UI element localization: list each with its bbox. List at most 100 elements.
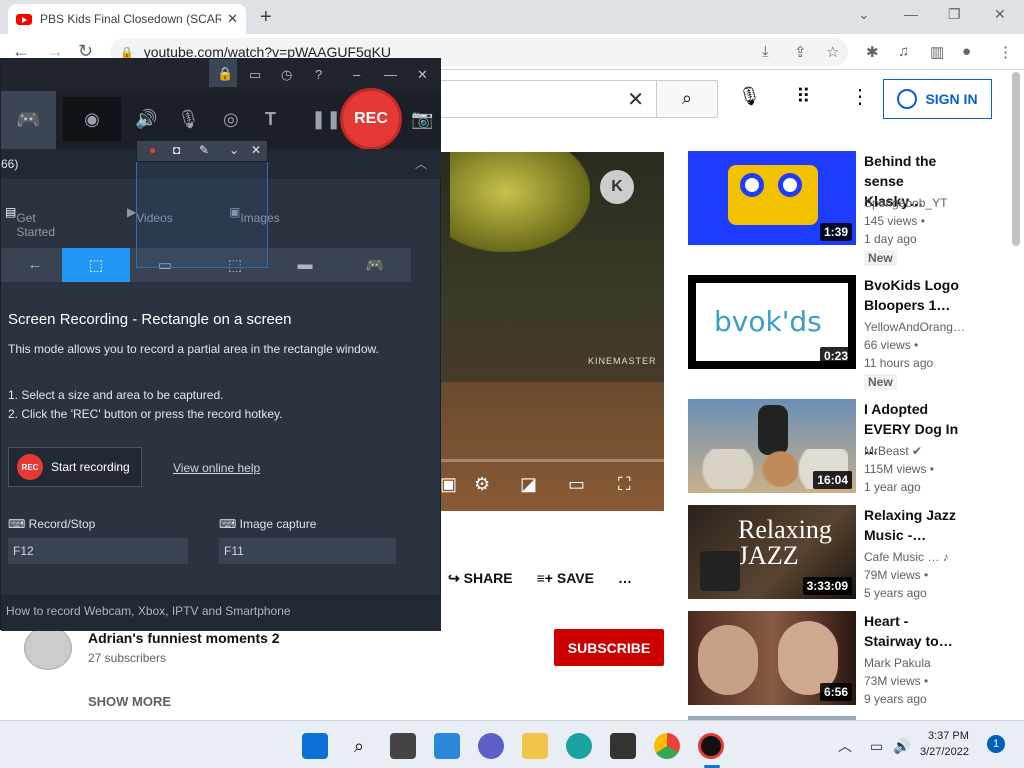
search-button[interactable]: ⌕ [656,80,718,118]
video-thumbnail[interactable]: 16:04 [688,399,856,493]
media-control-icon[interactable]: ♫ [898,43,909,60]
file-explorer-icon[interactable] [522,733,548,759]
webcam-overlay-icon[interactable]: ◎ [223,109,239,130]
game-mode-icon[interactable]: 🎮 [1,91,56,149]
chrome-menu-icon[interactable]: ⋮ [998,43,1013,61]
rectangle-mode-icon[interactable]: ⬚ [62,248,130,282]
share-button[interactable]: ↪ SHARE [448,570,513,587]
channel-name[interactable]: Spongebob_YT [864,196,947,210]
close-tab-icon[interactable]: ✕ [227,11,238,27]
microphone-icon[interactable]: 🎙 [177,109,200,130]
expand-chevron-icon[interactable]: ⌄ [229,143,239,157]
show-hidden-icons-icon[interactable]: ︿ [838,738,852,754]
screenshot-camera-icon[interactable]: 📷 [411,109,433,130]
browser-tab[interactable]: PBS Kids Final Closedown (SCAR… ✕ [8,4,246,34]
game-recording-mode-icon[interactable]: 🎮 [341,248,409,282]
channel-name[interactable]: MrBeast ✔ [864,444,922,458]
folder-icon[interactable]: ▭ [249,67,261,83]
new-tab-button[interactable]: + [260,6,272,29]
widgets-icon[interactable] [434,733,460,759]
speaker-icon[interactable]: 🔊 [135,109,157,130]
store-icon[interactable] [610,733,636,759]
install-icon[interactable]: ⤓ [762,43,769,60]
recorder-footer-link[interactable]: How to record Webcam, Xbox, IPTV and Sma… [1,595,441,631]
volume-icon[interactable]: 🔊 [893,738,910,754]
video-thumbnail[interactable]: 1:39 [688,151,856,245]
record-hotkey-field[interactable]: F12 [8,538,188,564]
video-title[interactable]: Relaxing Jazz Music -… [864,505,964,545]
view-online-help-link[interactable]: View online help [173,461,260,475]
minimize-button[interactable]: — [904,6,918,22]
network-icon[interactable]: ▭ [870,738,883,754]
scrollbar-thumb[interactable] [1012,72,1020,246]
save-button[interactable]: ≡+ SAVE [537,570,594,587]
text-overlay-icon[interactable]: T [265,109,276,130]
capture-rectangle[interactable] [136,160,268,268]
tab-search-icon[interactable]: ⌄ [858,6,870,23]
lock-icon[interactable]: 🔒 [209,59,237,87]
profile-icon[interactable]: ● [962,43,971,60]
subscribe-button[interactable]: SUBSCRIBE [554,629,664,666]
clear-search-icon[interactable]: ✕ [627,87,644,112]
chrome-icon[interactable] [654,733,680,759]
sign-in-button[interactable]: SIGN IN [883,79,992,119]
channel-name[interactable]: YellowAndOrang… [864,320,965,334]
settings-gear-icon[interactable]: ⚙ [474,474,490,495]
video-title[interactable]: BvoKids Logo Bloopers 1… [864,275,964,315]
more-actions-button[interactable]: … [618,570,632,587]
bandicam-icon[interactable] [698,733,724,759]
record-hotkey-label: ⌨ Record/Stop [8,517,96,531]
search-icon[interactable]: ⌕ [346,733,372,759]
rec-button[interactable]: REC [343,91,399,147]
channel-name[interactable]: Mark Pakula [864,656,931,670]
image-hotkey-field[interactable]: F11 [219,538,396,564]
close-icon[interactable]: ✕ [417,67,428,83]
close-window-button[interactable]: ✕ [994,6,1006,23]
video-thumbnail[interactable]: 6:56 [688,611,856,705]
video-thumbnail[interactable]: Relaxing JAZZ 3:33:09 [688,505,856,599]
device-mode-icon[interactable]: ▬ [271,248,339,282]
minimize-icon[interactable]: — [384,67,397,82]
search-input[interactable]: ✕ [440,80,656,118]
side-panel-icon[interactable]: ▥ [930,43,944,61]
video-title[interactable]: Heart - Stairway to… [864,611,964,651]
record-dot-icon[interactable]: ● [149,143,156,157]
progress-bar[interactable] [440,459,664,462]
subtitles-icon[interactable]: ▣ [440,474,457,495]
tab-get-started[interactable]: ▤ Get Started [5,205,55,239]
task-view-icon[interactable] [390,733,416,759]
apps-grid-icon[interactable]: ⠿ [796,84,811,109]
timer-icon[interactable]: ◷ [281,67,292,83]
channel-name[interactable]: Cafe Music … ♪ [864,550,949,564]
help-icon[interactable]: ? [315,67,322,82]
pause-icon[interactable]: ❚❚ [311,109,341,130]
miniplayer-icon[interactable]: ◪ [520,474,537,495]
edge-icon[interactable] [566,733,592,759]
minimize-tray-icon[interactable]: – [353,67,360,82]
show-more-button[interactable]: SHOW MORE [88,694,171,709]
collapse-chevron-icon[interactable]: ︿ [415,155,427,172]
tab-videos[interactable]: ▶ Videos [127,205,173,225]
pencil-icon[interactable]: ✎ [199,143,209,157]
system-clock[interactable]: 3:37 PM 3/27/2022 [920,728,969,760]
extensions-icon[interactable]: ✱ [866,43,879,61]
settings-menu-icon[interactable]: ⋮ [850,84,870,109]
share-icon[interactable]: ⇪ [794,43,807,61]
notification-badge[interactable]: 1 [987,735,1005,753]
video-player[interactable]: K KINEMASTER [440,152,664,511]
fullscreen-icon[interactable]: ⛶ [618,474,631,495]
channel-name[interactable]: Adrian's funniest moments 2 [88,630,280,646]
restore-button[interactable]: ❐ [948,6,961,23]
camera-icon[interactable]: ◘ [173,143,180,157]
channel-avatar[interactable] [24,626,72,670]
theater-mode-icon[interactable]: ▭ [568,474,585,495]
video-thumbnail[interactable]: bvok'ds 0:23 [688,275,856,369]
start-recording-button[interactable]: REC Start recording [8,447,142,487]
close-icon[interactable]: ✕ [251,143,261,157]
chat-icon[interactable] [478,733,504,759]
webcam-icon[interactable]: ◉ [63,97,121,141]
back-arrow-icon[interactable]: ← [1,248,69,282]
bookmark-star-icon[interactable]: ☆ [826,43,839,61]
start-windows-icon[interactable] [302,733,328,759]
voice-search-icon[interactable]: 🎙 [738,86,761,107]
